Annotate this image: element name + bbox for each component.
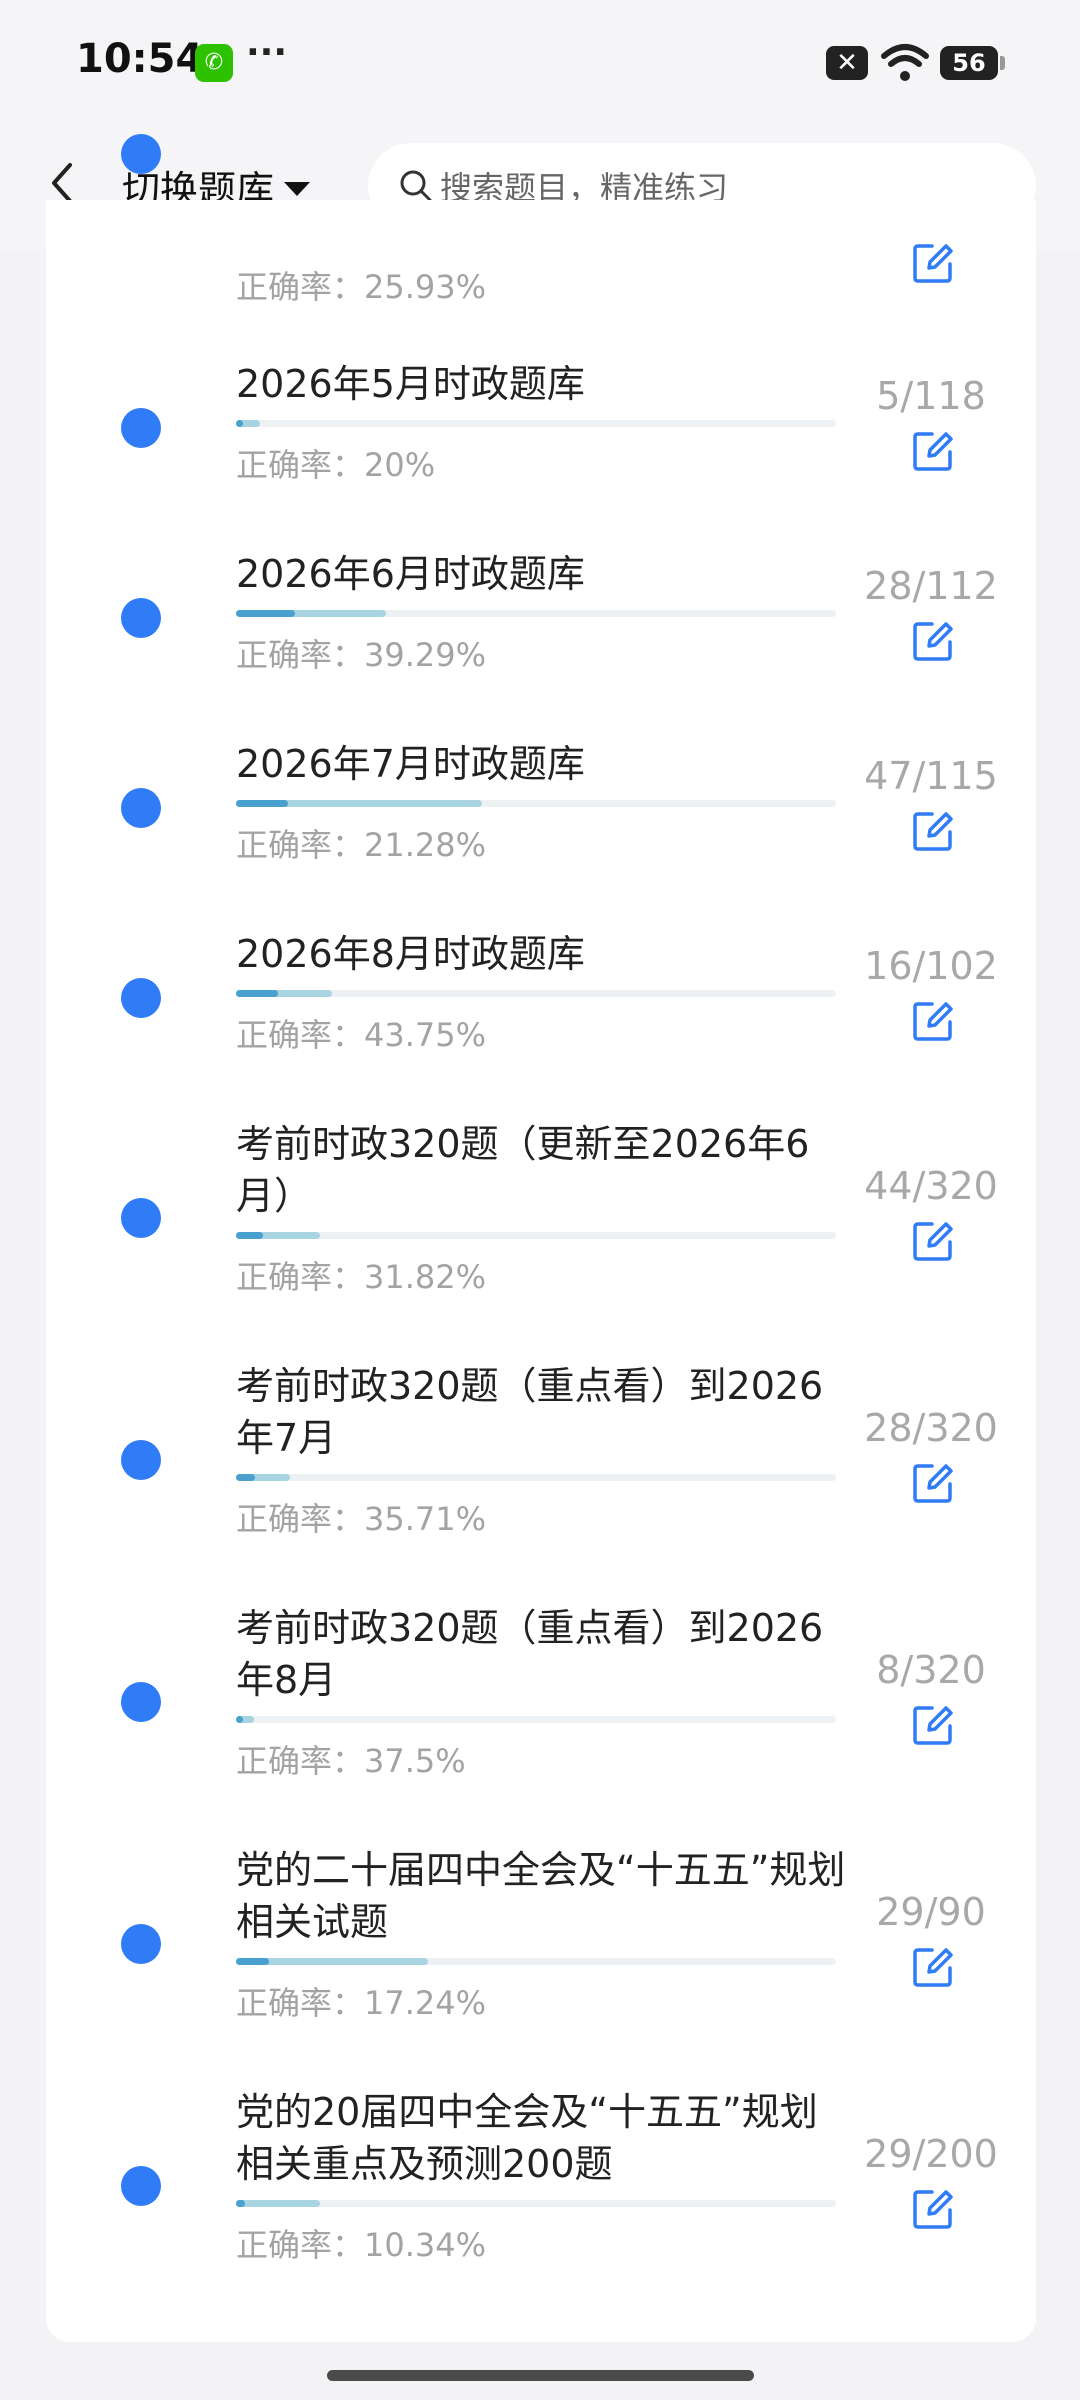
progress-count: 5/118 (876, 374, 986, 418)
status-dot (121, 598, 161, 638)
accuracy-rate: 正确率：20% (236, 446, 436, 484)
progress-bar (236, 610, 836, 617)
list-item[interactable]: 2026年8月时政题库正确率：43.75% 16/102 (46, 910, 1036, 1060)
search-icon (400, 170, 432, 202)
edit-icon[interactable] (912, 1000, 954, 1042)
more-notifications-icon: ··· (246, 32, 288, 73)
progress-bar (236, 1958, 836, 1965)
progress-bar (236, 990, 836, 997)
no-sim-icon: ✕ (826, 46, 868, 80)
wifi-icon (881, 44, 929, 81)
progress-count: 28/112 (864, 564, 998, 608)
progress-count: 44/320 (864, 1164, 998, 1208)
edit-icon[interactable] (912, 242, 954, 284)
accuracy-rate: 正确率：25.93% (236, 268, 487, 306)
progress-count: 8/320 (876, 1648, 986, 1692)
progress-count: 16/102 (864, 944, 998, 988)
accuracy-rate: 正确率：35.71% (236, 1500, 487, 1538)
accuracy-rate: 正确率：21.28% (236, 826, 487, 864)
status-dot (121, 788, 161, 828)
edit-icon[interactable] (912, 2188, 954, 2230)
home-indicator[interactable] (327, 2370, 754, 2381)
progress-fill (236, 2200, 320, 2207)
progress-count: 29/200 (864, 2132, 998, 2176)
item-title: 考前时政320题（更新至2026年6月） (236, 1122, 810, 1218)
progress-count: 28/320 (864, 1406, 998, 1450)
status-dot (121, 134, 161, 174)
progress-correct-fill (236, 800, 289, 807)
item-title: 党的20届四中全会及“十五五”规划相关重点及预测200题 (236, 2090, 818, 2186)
progress-bar (236, 1716, 836, 1723)
accuracy-rate: 正确率：10.34% (236, 2226, 487, 2264)
progress-bar (236, 420, 836, 427)
list-item[interactable]: 2026年6月时政题库正确率：39.29% 28/112 (46, 530, 1036, 680)
progress-bar (236, 800, 836, 807)
list-item[interactable]: 2026年5月时政题库正确率：20% 5/118 (46, 340, 1036, 490)
accuracy-rate: 正确率：37.5% (236, 1742, 466, 1780)
edit-icon[interactable] (912, 1462, 954, 1504)
progress-correct-fill (236, 1232, 263, 1239)
progress-bar (236, 1474, 836, 1481)
item-title: 2026年5月时政题库 (236, 362, 585, 406)
status-dot (121, 1924, 161, 1964)
list-item[interactable]: 党的二十届四中全会及“十五五”规划相关试题正确率：17.24% 29/90 (46, 1826, 1036, 2028)
status-dot (121, 408, 161, 448)
progress-correct-fill (236, 1474, 256, 1481)
progress-bar (236, 2200, 836, 2207)
status-dot (121, 1440, 161, 1480)
wechat-notification-icon: ✆ (195, 44, 233, 82)
accuracy-rate: 正确率：17.24% (236, 1984, 487, 2022)
status-bar: 10:54 ✆ ··· ✕ 56 (0, 0, 1080, 125)
caret-down-icon (284, 181, 311, 196)
accuracy-rate: 正确率：39.29% (236, 636, 487, 674)
status-dot (121, 1682, 161, 1722)
item-title: 考前时政320题（重点看）到2026年7月 (236, 1364, 824, 1460)
progress-count: 29/90 (876, 1890, 986, 1934)
edit-icon[interactable] (912, 810, 954, 852)
item-title: 党的二十届四中全会及“十五五”规划相关试题 (236, 1848, 846, 1944)
edit-icon[interactable] (912, 1946, 954, 1988)
list-item[interactable]: 党的20届四中全会及“十五五”规划相关重点及预测200题正确率：10.34% 29… (46, 2068, 1036, 2270)
progress-correct-fill (236, 2200, 245, 2207)
status-dot (121, 2166, 161, 2206)
progress-correct-fill (236, 610, 295, 617)
question-bank-list: 正确率：25.93% 2026年5月时政题库正确率：20% 5/118 2026年6… (46, 134, 1036, 2342)
list-item[interactable]: 考前时政320题（重点看）到2026年7月正确率：35.71% 28/320 (46, 1342, 1036, 1544)
item-title: 2026年6月时政题库 (236, 552, 585, 596)
list-item[interactable]: 考前时政320题（重点看）到2026年8月正确率：37.5% 8/320 (46, 1584, 1036, 1786)
progress-correct-fill (236, 990, 278, 997)
progress-bar (236, 1232, 836, 1239)
item-title: 2026年8月时政题库 (236, 932, 585, 976)
edit-icon[interactable] (912, 1220, 954, 1262)
status-dot (121, 1198, 161, 1238)
accuracy-rate: 正确率：43.75% (236, 1016, 487, 1054)
edit-icon[interactable] (912, 620, 954, 662)
battery-icon: 56 (940, 46, 1005, 80)
accuracy-rate: 正确率：31.82% (236, 1258, 487, 1296)
progress-count: 47/115 (864, 754, 998, 798)
status-dot (121, 978, 161, 1018)
edit-icon[interactable] (912, 1704, 954, 1746)
item-title: 2026年7月时政题库 (236, 742, 585, 786)
edit-icon[interactable] (912, 430, 954, 472)
progress-correct-fill (236, 1958, 270, 1965)
list-item[interactable]: 2026年7月时政题库正确率：21.28% 47/115 (46, 720, 1036, 870)
list-item[interactable]: 考前时政320题（更新至2026年6月） 正确率：31.82% 44/320 (46, 1100, 1036, 1302)
status-time: 10:54 (76, 36, 204, 82)
item-title: 考前时政320题（重点看）到2026年8月 (236, 1606, 824, 1702)
